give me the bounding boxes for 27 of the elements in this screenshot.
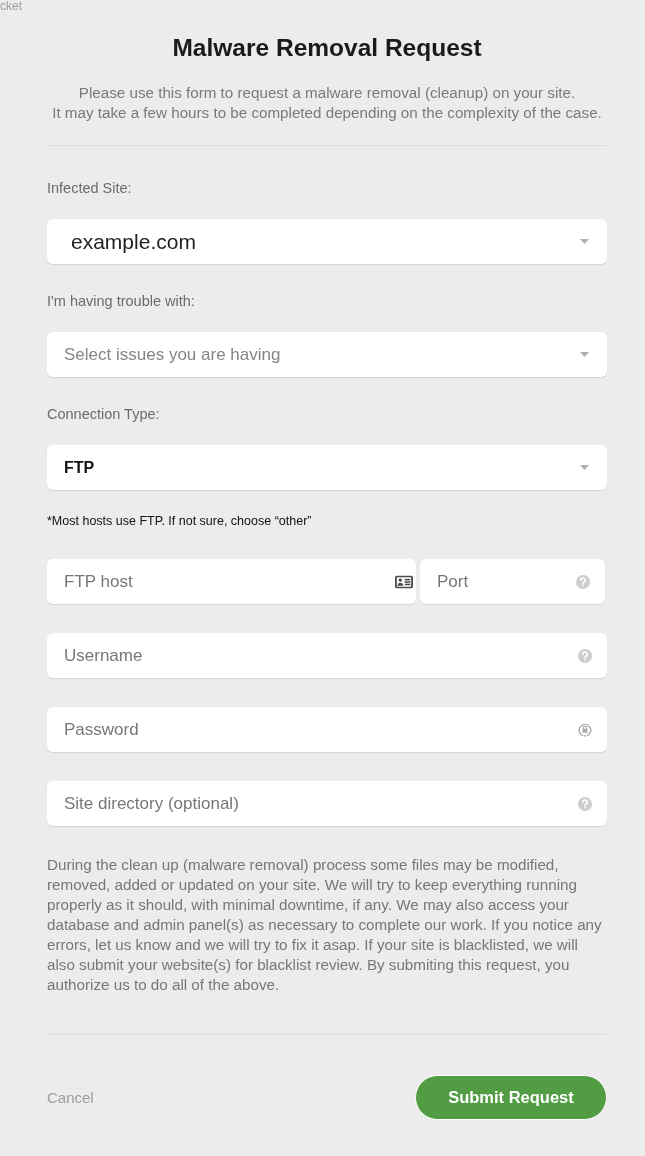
form-title: Malware Removal Request	[171, 33, 483, 63]
field-label: Connection Type:	[47, 405, 160, 424]
username-field[interactable]: Username	[47, 633, 607, 678]
intro-text: Please use this form to request a malware removal (cleanup) on your site.	[78, 83, 576, 103]
cut-off-text: cket	[0, 0, 22, 12]
site-directory-field[interactable]: Site directory (optional)	[47, 781, 607, 826]
field-label: Infected Site:	[47, 179, 132, 198]
field-label: I'm having trouble with:	[47, 292, 195, 311]
caret-icon	[580, 239, 589, 244]
caret-icon	[580, 352, 589, 357]
password-field[interactable]: Password	[47, 707, 607, 752]
help-icon	[578, 796, 592, 811]
ftp-host-field[interactable]: FTP host	[47, 559, 416, 604]
address-card-icon	[395, 575, 413, 588]
issues-dropdown[interactable]: Select issues you are having	[47, 332, 607, 377]
lock-icon	[578, 722, 592, 737]
disclaimer-text: During the clean up (malware removal) process some files may be modified, removed, added or updated on your site. We will try to keep everything running properly as it should, with minimal downtime, if any. We may also access your database and admin panel(s) as necessary to complete our work. If you notice any errors, let us know and we will try to fix it asap. If your site is blacklisted, we will also submit your website(s) for blacklist review. By submiting this request, you authorize us to do all of the above.	[47, 855, 603, 995]
connection-type-dropdown[interactable]: FTP	[47, 445, 607, 490]
help-icon	[578, 648, 592, 663]
hint-text: *Most hosts use FTP. If not sure, choose “other”	[47, 513, 312, 529]
site-dropdown[interactable]: example.com	[47, 219, 607, 264]
submit-button[interactable]: Submit Request	[415, 1075, 607, 1120]
cancel-button[interactable]: Cancel	[47, 1089, 94, 1106]
help-icon	[576, 574, 590, 589]
caret-icon	[580, 465, 589, 470]
intro-text: It may take a few hours to be completed depending on the complexity of the case.	[52, 103, 602, 123]
port-field[interactable]: Port	[420, 559, 605, 604]
